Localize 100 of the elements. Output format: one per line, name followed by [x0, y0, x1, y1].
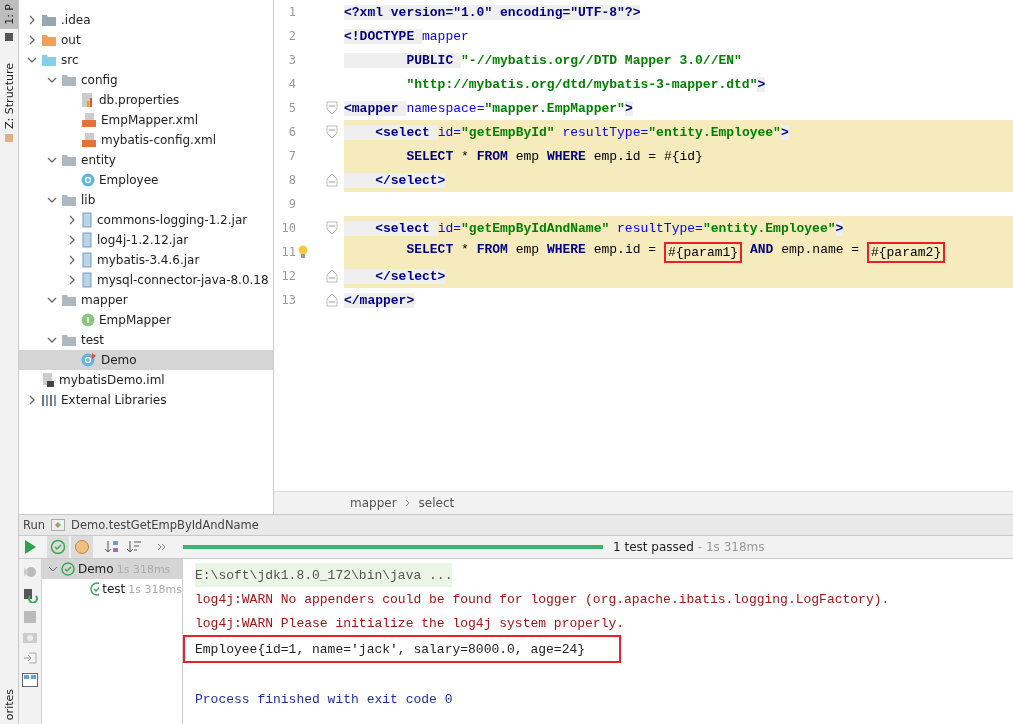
exit-icon[interactable]: [23, 651, 37, 665]
tree-item-label: entity: [81, 153, 116, 167]
breadcrumb[interactable]: mapper: [350, 496, 397, 510]
class-icon: [81, 173, 95, 187]
tree-item-label: mybatis-3.4.6.jar: [97, 253, 200, 267]
line-number: 13: [280, 293, 296, 307]
chevron-right-icon[interactable]: [27, 395, 37, 405]
chevron-down-icon[interactable]: [47, 75, 57, 85]
tree-item[interactable]: commons-logging-1.2.jar: [19, 210, 273, 230]
tree-item[interactable]: EmpMapper: [19, 310, 273, 330]
line-number: 4: [287, 77, 296, 91]
tree-item[interactable]: Employee: [19, 170, 273, 190]
test-class-icon: [81, 353, 97, 367]
code-line: SELECT * FROM emp WHERE emp.id = #{param1} AND emp.name = #{param2}: [344, 241, 946, 263]
tool-window-icon: [4, 31, 14, 42]
tree-item-label: mapper: [81, 293, 128, 307]
tree-item[interactable]: mapper: [19, 290, 273, 310]
folder-icon: [41, 53, 57, 67]
folder-icon: [41, 13, 57, 27]
structure-tab[interactable]: Z: Structure: [0, 58, 18, 133]
tree-item-label: test: [81, 333, 105, 347]
console-line: log4j:WARN Please initialize the log4j system properly.: [195, 614, 625, 633]
chevron-right-icon[interactable]: [67, 215, 77, 225]
package-folder-icon: [61, 73, 77, 87]
chevron-down-icon[interactable]: [47, 195, 57, 205]
layout-icon[interactable]: [22, 673, 38, 687]
tree-item[interactable]: db.properties: [19, 90, 273, 110]
line-number: 11: [280, 245, 296, 259]
tree-item-label: .idea: [61, 13, 91, 27]
tree-item[interactable]: Demo: [19, 350, 273, 370]
favorites-tab[interactable]: orites: [0, 684, 18, 724]
test-duration: - 1s 318ms: [697, 540, 765, 554]
tree-item-label: Demo: [101, 353, 137, 367]
package-folder-icon: [61, 193, 77, 207]
run-label: Run: [23, 518, 46, 532]
test-time: 1s 318ms: [128, 582, 182, 596]
fold-marker-icon[interactable]: [326, 125, 338, 139]
fold-marker-icon[interactable]: [326, 269, 338, 283]
tree-item[interactable]: mybatis-3.4.6.jar: [19, 250, 273, 270]
chevron-down-icon[interactable]: [27, 55, 37, 65]
fold-marker-icon[interactable]: [326, 101, 338, 115]
breadcrumb[interactable]: select: [418, 496, 455, 510]
chevron-right-icon[interactable]: [67, 235, 77, 245]
run-configuration[interactable]: Demo.testGetEmpByIdAndName: [71, 518, 259, 532]
code-line: <select id="getEmpById" resultType="entity.Employee">: [344, 124, 789, 140]
tree-item[interactable]: test: [19, 330, 273, 350]
chevron-right-icon[interactable]: [27, 15, 37, 25]
chevron-right-icon[interactable]: [67, 275, 77, 285]
line-number: 9: [287, 197, 296, 211]
chevron-down-icon[interactable]: [47, 335, 57, 345]
fold-marker-icon[interactable]: [326, 173, 338, 187]
package-folder-icon: [61, 153, 77, 167]
fold-marker-icon[interactable]: [326, 221, 338, 235]
jar-icon: [81, 232, 93, 248]
line-number: 6: [287, 125, 296, 139]
line-number: 10: [280, 221, 296, 235]
properties-file-icon: [81, 92, 95, 108]
line-number: 3: [287, 53, 296, 67]
chevron-right-icon[interactable]: [67, 255, 77, 265]
tree-item[interactable]: lib: [19, 190, 273, 210]
line-number: 5: [287, 101, 296, 115]
chevron-right-icon: [404, 499, 411, 507]
tree-item-label: db.properties: [99, 93, 180, 107]
tree-item-label: commons-logging-1.2.jar: [97, 213, 248, 227]
tree-item[interactable]: .idea: [19, 10, 273, 30]
jar-icon: [81, 252, 93, 268]
tree-item-label: mysql-connector-java-8.0.18: [97, 273, 269, 287]
tree-item-label: log4j-1.2.12.jar: [97, 233, 189, 247]
chevron-down-icon[interactable]: [47, 155, 57, 165]
tree-item[interactable]: src: [19, 50, 273, 70]
tree-item[interactable]: mysql-connector-java-8.0.18: [19, 270, 273, 290]
tree-item[interactable]: mybatisDemo.iml: [19, 370, 273, 390]
double-chevron-icon[interactable]: [157, 543, 167, 551]
check-circle-icon: [61, 562, 75, 576]
code-line: <select id="getEmpByIdAndName" resultType="entity.Employee">: [344, 220, 844, 236]
tree-item[interactable]: config: [19, 70, 273, 90]
chevron-down-icon[interactable]: [47, 295, 57, 305]
tree-item[interactable]: EmpMapper.xml: [19, 110, 273, 130]
tree-item[interactable]: out: [19, 30, 273, 50]
jar-icon: [81, 272, 93, 288]
test-tree-item[interactable]: test 1s 318ms: [42, 579, 182, 599]
rerun-failed-icon[interactable]: [22, 587, 38, 603]
module-file-icon: [41, 372, 55, 388]
chevron-right-icon[interactable]: [27, 35, 37, 45]
lightbulb-icon[interactable]: [297, 245, 309, 259]
debug-icon[interactable]: [23, 565, 37, 579]
tree-item[interactable]: External Libraries: [19, 390, 273, 410]
line-number: 12: [280, 269, 296, 283]
test-status: 1 test passed: [613, 540, 694, 554]
tree-item-label: External Libraries: [61, 393, 167, 407]
fold-marker-icon[interactable]: [326, 293, 338, 307]
project-tab[interactable]: 1: P: [0, 0, 18, 29]
tree-item[interactable]: mybatis-config.xml: [19, 130, 273, 150]
structure-icon: [4, 132, 14, 143]
line-number: 8: [287, 173, 296, 187]
tree-item[interactable]: entity: [19, 150, 273, 170]
chevron-down-icon[interactable]: [48, 565, 58, 573]
tree-item[interactable]: log4j-1.2.12.jar: [19, 230, 273, 250]
folder-icon: [41, 33, 57, 47]
xml-file-icon: [81, 132, 97, 148]
